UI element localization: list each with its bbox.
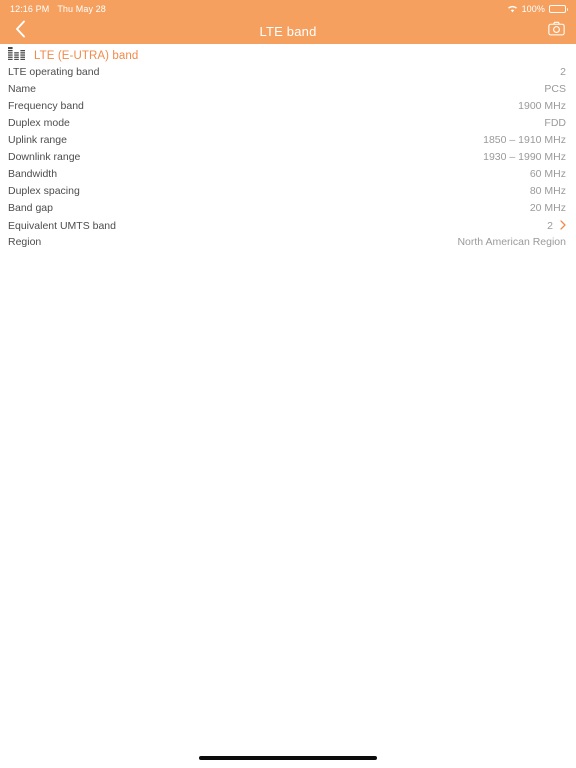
table-row: Band gap 20 MHz: [8, 202, 566, 219]
back-button[interactable]: [0, 18, 40, 44]
bar-chart-icon: [8, 46, 25, 66]
row-label: Downlink range: [8, 151, 81, 163]
content-area: LTE (E-UTRA) band LTE operating band 2 N…: [0, 44, 576, 768]
page-title: LTE band: [259, 23, 317, 39]
table-row-equivalent-umts-band[interactable]: Equivalent UMTS band 2: [8, 219, 566, 236]
row-label: Equivalent UMTS band: [8, 220, 116, 232]
row-label: Name: [8, 83, 37, 95]
row-label: Frequency band: [8, 100, 84, 112]
table-row: Uplink range 1850 – 1910 MHz: [8, 134, 566, 151]
section-header: LTE (E-UTRA) band: [0, 44, 576, 66]
wifi-icon: [507, 4, 518, 15]
status-date: Thu May 28: [57, 4, 106, 14]
status-bar: 12:16 PM Thu May 28 100%: [0, 0, 576, 18]
chevron-right-icon: [560, 220, 566, 230]
row-value: FDD: [544, 117, 566, 129]
table-row: Bandwidth 60 MHz: [8, 168, 566, 185]
row-value: North American Region: [457, 236, 566, 248]
camera-icon: [547, 21, 565, 41]
row-label: Band gap: [8, 202, 53, 214]
chevron-left-icon: [15, 20, 26, 43]
row-value: 1850 – 1910 MHz: [483, 134, 566, 146]
battery-icon: [549, 5, 568, 13]
status-bar-right: 100%: [507, 4, 568, 15]
detail-list: LTE operating band 2 Name PCS Frequency …: [0, 66, 576, 253]
table-row: Downlink range 1930 – 1990 MHz: [8, 151, 566, 168]
home-indicator[interactable]: [199, 756, 377, 760]
row-label: Duplex mode: [8, 117, 70, 129]
section-title: LTE (E-UTRA) band: [34, 50, 139, 62]
table-row: Frequency band 1900 MHz: [8, 100, 566, 117]
row-value: PCS: [544, 83, 566, 95]
row-value: 80 MHz: [529, 185, 566, 197]
row-value: 2: [560, 66, 566, 78]
status-bar-left: 12:16 PM Thu May 28: [10, 4, 106, 14]
navigation-bar: LTE band: [0, 18, 576, 44]
table-row: Duplex spacing 80 MHz: [8, 185, 566, 202]
table-row: LTE operating band 2: [8, 66, 566, 83]
table-row: Duplex mode FDD: [8, 117, 566, 134]
row-value: 1900 MHz: [518, 100, 566, 112]
row-label: Uplink range: [8, 134, 67, 146]
row-value: 1930 – 1990 MHz: [483, 151, 566, 163]
row-label: LTE operating band: [8, 66, 100, 78]
battery-percent: 100%: [521, 4, 545, 14]
row-value: 60 MHz: [529, 168, 566, 180]
table-row: Name PCS: [8, 83, 566, 100]
row-label: Duplex spacing: [8, 185, 80, 197]
row-value: 2: [547, 220, 553, 232]
row-label: Region: [8, 236, 42, 248]
row-label: Bandwidth: [8, 168, 58, 180]
top-chrome: 12:16 PM Thu May 28 100% LTE band: [0, 0, 576, 44]
camera-button[interactable]: [536, 18, 576, 44]
row-value: 20 MHz: [529, 202, 566, 214]
table-row: Region North American Region: [8, 236, 566, 253]
status-time: 12:16 PM: [10, 4, 50, 14]
